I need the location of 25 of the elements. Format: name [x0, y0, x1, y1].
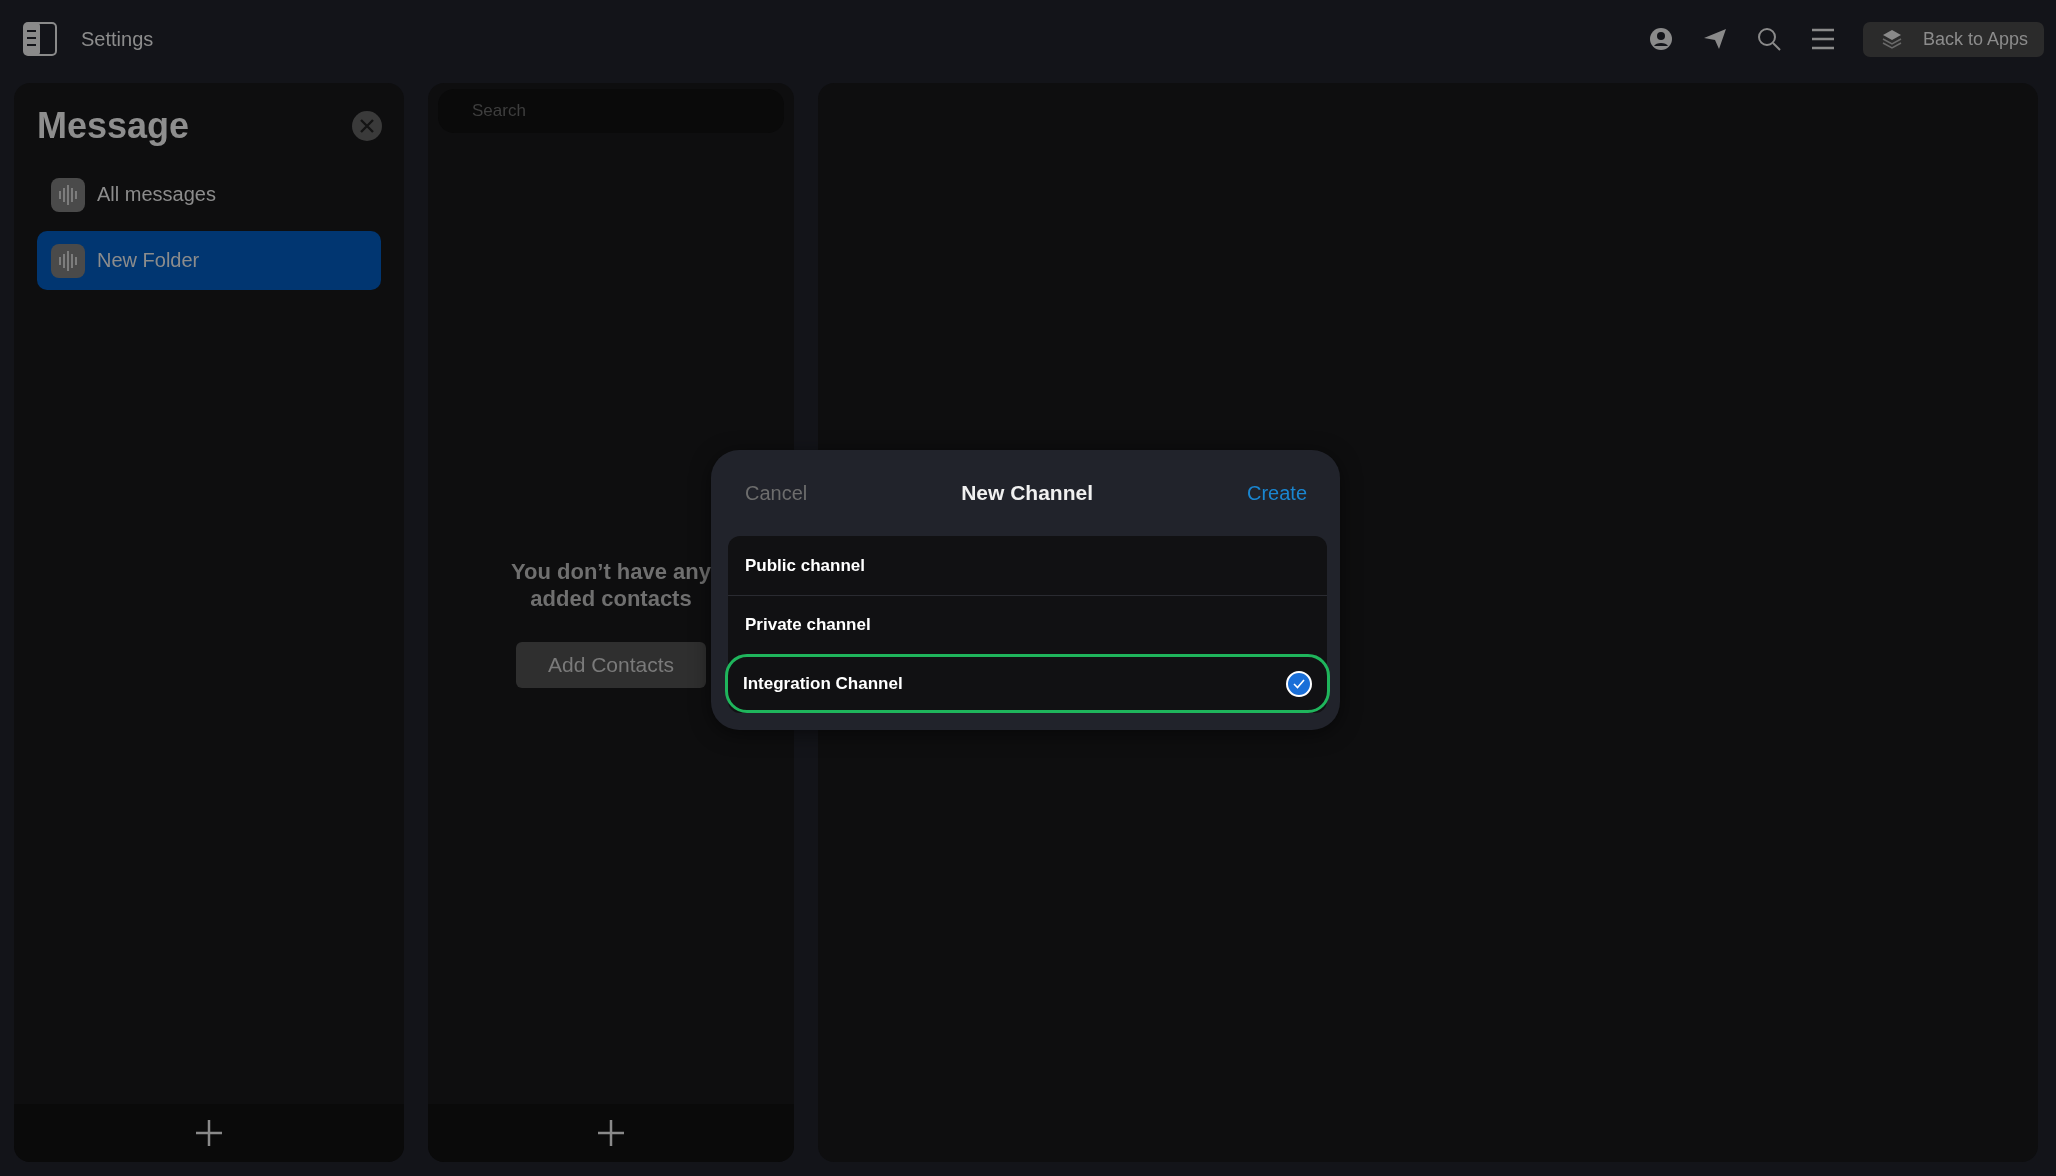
layers-icon: [1880, 28, 1903, 50]
empty-message: You don’t have any added contacts: [509, 559, 713, 612]
close-icon: [360, 119, 374, 133]
channel-option[interactable]: Public channel: [728, 536, 1327, 595]
search-icon[interactable]: [1756, 27, 1781, 51]
plus-icon[interactable]: [596, 1118, 626, 1148]
channel-option[interactable]: Integration Channel: [725, 654, 1330, 713]
cancel-button[interactable]: Cancel: [745, 481, 808, 505]
add-contacts-button[interactable]: Add Contacts: [516, 641, 706, 688]
back-to-apps-button[interactable]: Back to Apps: [1862, 21, 2044, 57]
page-title: Settings: [81, 27, 154, 51]
dialog-title: New Channel: [961, 481, 1094, 505]
checkmark-icon: [1286, 670, 1312, 697]
plus-icon[interactable]: [194, 1118, 224, 1148]
sidebar-toggle-icon[interactable]: [23, 22, 57, 56]
folder-item[interactable]: All messages: [37, 165, 381, 224]
create-button[interactable]: Create: [1246, 481, 1307, 505]
menu-icon[interactable]: [1810, 28, 1835, 50]
waveform-icon: [51, 177, 85, 212]
channel-option[interactable]: Private channel: [728, 595, 1327, 654]
waveform-icon: [51, 243, 85, 278]
panel-title: Message: [37, 105, 190, 147]
user-icon[interactable]: [1648, 27, 1673, 51]
send-icon[interactable]: [1702, 28, 1727, 50]
folder-item[interactable]: New Folder: [37, 231, 381, 290]
